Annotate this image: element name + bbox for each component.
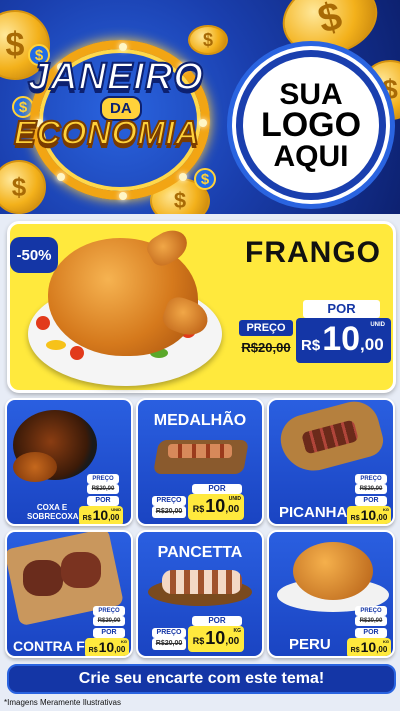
product-card: PERU PREÇO R$20,00 POR R$ 10 ,00 KG xyxy=(267,530,395,658)
product-name: MEDALHÃO xyxy=(153,412,247,429)
logo-placeholder: SUA LOGO AQUI xyxy=(236,50,386,200)
currency: R$ xyxy=(350,647,360,654)
unit-label: KG xyxy=(233,628,242,634)
preco-label: PREÇO xyxy=(93,606,125,616)
product-name: PICANHA xyxy=(279,504,348,521)
featured-unit: UNID xyxy=(370,322,385,328)
logo-text-1: SUA xyxy=(279,77,343,111)
featured-por-label: POR xyxy=(303,300,380,318)
por-label: POR xyxy=(192,616,242,626)
currency: R$ xyxy=(82,515,92,522)
unit-label: KG xyxy=(383,639,389,644)
old-price: R$20,00 xyxy=(355,616,387,626)
logo-text-2: LOGO xyxy=(260,105,362,144)
logo-text-3: AQUI xyxy=(273,139,349,173)
price-int: 10 xyxy=(205,496,226,516)
title-janeiro: JANEIRO xyxy=(27,55,204,99)
unit-label: KG xyxy=(121,639,127,644)
old-price: R$20,00 xyxy=(355,484,387,494)
por-label: POR xyxy=(87,496,119,506)
dollar-badge-icon: $ xyxy=(194,168,216,190)
product-card: CONTRA FILE PREÇO R$20,00 POR R$ 10 ,00 … xyxy=(5,530,133,658)
price-int: 10 xyxy=(92,507,109,523)
por-label: POR xyxy=(93,628,125,638)
product-name: COXA E SOBRECOXA xyxy=(27,503,79,521)
featured-price: R$ 10 ,00 UNID xyxy=(296,318,391,363)
discount-badge: -50% xyxy=(10,237,58,273)
old-price: R$20,00 xyxy=(93,616,125,626)
price-cents: ,00 xyxy=(114,645,126,654)
featured-old-price: R$20,00 xyxy=(239,337,293,358)
price-cents: ,00 xyxy=(108,513,120,522)
price-cents: ,00 xyxy=(376,645,388,654)
featured-preco-label: PREÇO xyxy=(239,320,293,336)
featured-price-int: 10 xyxy=(322,320,361,358)
product-price: R$ 10 ,00 KG xyxy=(347,506,391,524)
footnote: *Imagens Meramente Ilustrativas xyxy=(4,698,121,707)
product-price: R$ 10 ,00 UNID xyxy=(79,506,123,524)
old-price: R$20,00 xyxy=(152,638,186,650)
preco-label: PREÇO xyxy=(152,496,186,506)
por-label: POR xyxy=(355,496,387,506)
featured-price-cents: ,00 xyxy=(360,335,384,354)
product-card: COXA E SOBRECOXA PREÇO R$20,00 POR R$ 10… xyxy=(5,398,133,526)
old-price: R$20,00 xyxy=(87,484,119,494)
preco-label: PREÇO xyxy=(355,474,387,484)
preco-label: PREÇO xyxy=(355,606,387,616)
unit-label: UNID xyxy=(111,507,121,512)
price-int: 10 xyxy=(360,639,377,655)
preco-label: PREÇO xyxy=(87,474,119,484)
product-price: R$ 10 ,00 UNID xyxy=(188,494,244,520)
product-price: R$ 10 ,00 KG xyxy=(347,638,391,656)
por-label: POR xyxy=(192,484,242,494)
product-card: PICANHA PREÇO R$20,00 POR R$ 10 ,00 KG xyxy=(267,398,395,526)
product-price: R$ 10 ,00 KG xyxy=(85,638,129,656)
featured-currency: R$ xyxy=(301,337,321,354)
price-cents: ,00 xyxy=(376,513,388,522)
product-card: MEDALHÃO POR PREÇO R$20,00 R$ 10 ,00 UNI… xyxy=(136,398,264,526)
price-cents: ,00 xyxy=(225,504,240,515)
product-card: PANCETTA POR PREÇO R$20,00 R$ 10 ,00 KG xyxy=(136,530,264,658)
old-price: R$20,00 xyxy=(152,506,186,518)
header-banner: $ $ $ $ $ $ $ $ $ JANEIRO DA ECONOMIA SU… xyxy=(0,0,400,214)
price-int: 10 xyxy=(205,628,226,648)
unit-label: UNID xyxy=(228,496,241,502)
title-economia: ECONOMIA xyxy=(13,113,200,152)
price-cents: ,00 xyxy=(225,636,240,647)
preco-label: PREÇO xyxy=(152,628,186,638)
price-int: 10 xyxy=(360,507,377,523)
price-int: 10 xyxy=(98,639,115,655)
coin-icon: $ xyxy=(0,160,46,214)
featured-name: FRANGO xyxy=(245,236,381,269)
por-label: POR xyxy=(355,628,387,638)
cta-banner: Crie seu encarte com este tema! xyxy=(7,664,396,694)
currency: R$ xyxy=(88,647,98,654)
product-name: PANCETTA xyxy=(157,544,243,561)
coin-icon: $ xyxy=(188,25,228,55)
currency: R$ xyxy=(192,504,205,514)
unit-label: KG xyxy=(383,507,389,512)
product-name: PERU xyxy=(289,636,331,653)
currency: R$ xyxy=(350,515,360,522)
product-price: R$ 10 ,00 KG xyxy=(188,626,244,652)
currency: R$ xyxy=(192,636,205,646)
